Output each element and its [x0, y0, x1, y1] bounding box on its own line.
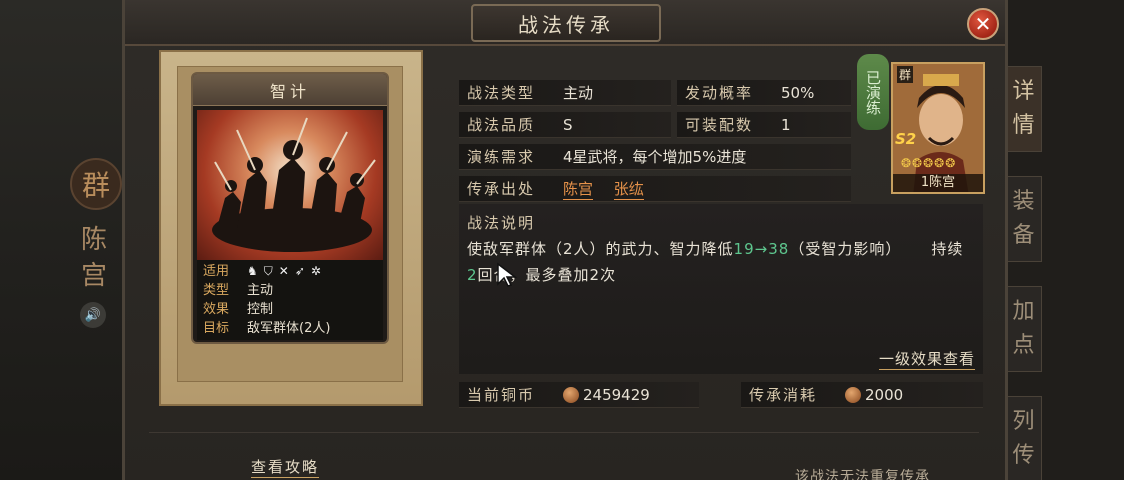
trigger-rate-label: 发动概率 — [685, 84, 754, 102]
wheel-icon: ✲ — [310, 264, 321, 278]
faction-seal: 群 — [70, 158, 122, 210]
close-icon: ✕ — [974, 12, 992, 36]
duration-value: 2 — [467, 266, 478, 284]
current-copper-field: 当前铜币 2459429 — [459, 382, 699, 408]
arrow-icon: → — [754, 240, 769, 258]
inherit-source-label: 传承出处 — [467, 180, 536, 198]
trigger-rate-value: 50% — [781, 83, 815, 102]
general-portrait[interactable]: 群 S2 ❂❂❂❂❂ 1陈宫 — [891, 62, 985, 194]
side-tab-biography[interactable]: 列传 — [1006, 396, 1042, 480]
rank-badge: S2 — [895, 130, 917, 148]
inherit-cost-label: 传承消耗 — [749, 386, 818, 404]
faction-badge: 群 — [897, 66, 914, 83]
view-guide-link[interactable]: 查看攻略 — [251, 456, 320, 478]
tactic-type-field: 战法类型 主动 — [459, 80, 671, 106]
side-tab-details[interactable]: 详情 — [1006, 66, 1042, 152]
description-text: 使敌军群体（2人）的武力、智力降低19→38（受智力影响） 持续2回合，最多叠加2… — [467, 236, 967, 288]
sound-icon[interactable]: 🔊 — [80, 302, 106, 328]
inherit-note: 该战法无法重复传承 — [795, 469, 930, 480]
card-info-row: 效果 控制 — [203, 300, 377, 319]
dialog-title: 战法传承 — [471, 4, 661, 42]
close-button[interactable]: ✕ — [967, 8, 999, 40]
description-part: （受智力影响） — [789, 240, 902, 258]
divider — [149, 432, 979, 433]
card-apply-label: 适用 — [203, 264, 230, 279]
description-part: 持续 — [931, 240, 964, 258]
general-name-vertical: 陈宫 — [80, 225, 107, 291]
equip-slots-field: 可装配数 1 — [677, 112, 851, 138]
description-part: 使敌军群体（2人）的武力、智力降低 — [467, 240, 734, 258]
tactic-quality-field: 战法品质 S — [459, 112, 671, 138]
mouse-cursor-icon — [497, 262, 518, 287]
practice-requirement-label: 演练需求 — [467, 148, 536, 166]
value-to: 38 — [768, 240, 790, 258]
inherit-dialog: 战法传承 ✕ 智计 适用 ♞ ⛉ ✕ ➶ ✲ 类型 主动 效果 控制 目标 敌军… — [122, 0, 1008, 480]
inherit-cost-value: 2000 — [865, 385, 904, 404]
tactic-type-label: 战法类型 — [467, 84, 536, 102]
current-copper-label: 当前铜币 — [467, 386, 536, 404]
card-apply-row: 适用 ♞ ⛉ ✕ ➶ ✲ — [203, 262, 377, 281]
equip-slots-value: 1 — [781, 115, 791, 134]
cavalry-icon: ♞ — [247, 264, 258, 278]
card-row-key: 目标 — [203, 321, 230, 336]
description-title: 战法说明 — [467, 214, 536, 232]
card-row-value: 敌军群体(2人) — [247, 321, 331, 336]
practice-requirement-field: 演练需求 4星武将，每个增加5%进度 — [459, 144, 851, 170]
spear-icon: ➶ — [294, 264, 305, 278]
card-row-value: 控制 — [247, 302, 274, 317]
bow-icon: ✕ — [278, 264, 289, 278]
practiced-badge: 已演练 — [857, 54, 889, 130]
value-from: 19 — [733, 240, 755, 258]
side-tab-points[interactable]: 加点 — [1006, 286, 1042, 372]
inherit-source-field: 传承出处 陈宫 张纮 — [459, 176, 851, 202]
description-panel: 战法说明 使敌军群体（2人）的武力、智力降低19→38（受智力影响） 持续2回合，… — [459, 204, 983, 374]
equip-slots-label: 可装配数 — [685, 116, 754, 134]
portrait-caption: 1陈宫 — [893, 174, 983, 192]
card-info: 适用 ♞ ⛉ ✕ ➶ ✲ 类型 主动 效果 控制 目标 敌军群体(2人) — [197, 260, 383, 340]
tactic-quality-value: S — [563, 115, 573, 134]
card-artwork — [197, 110, 383, 260]
source-general-link[interactable]: 张纮 — [613, 180, 644, 200]
card-title: 智计 — [193, 74, 387, 106]
current-copper-value: 2459429 — [583, 385, 650, 404]
card-info-row: 目标 敌军群体(2人) — [203, 319, 377, 338]
card-row-key: 类型 — [203, 283, 230, 298]
level-effect-link[interactable]: 一级效果查看 — [878, 348, 975, 370]
tactic-type-value: 主动 — [563, 84, 594, 102]
inherit-cost-field: 传承消耗 2000 — [741, 382, 983, 408]
side-tab-equipment[interactable]: 装备 — [1006, 176, 1042, 262]
shield-icon: ⛉ — [263, 264, 273, 278]
card-row-value: 主动 — [247, 283, 274, 298]
card-row-key: 效果 — [203, 302, 230, 317]
trigger-rate-field: 发动概率 50% — [677, 80, 851, 106]
copper-coin-icon — [563, 387, 579, 403]
star-icons: ❂❂❂❂❂ — [901, 156, 957, 170]
card-info-row: 类型 主动 — [203, 281, 377, 300]
practice-requirement-value: 4星武将，每个增加5%进度 — [563, 148, 747, 166]
tactic-quality-label: 战法品质 — [467, 116, 536, 134]
source-general-link[interactable]: 陈宫 — [563, 180, 594, 200]
copper-coin-icon — [845, 387, 861, 403]
tactic-card: 智计 适用 ♞ ⛉ ✕ ➶ ✲ 类型 主动 效果 控制 目标 敌军群体(2人) — [191, 72, 389, 344]
